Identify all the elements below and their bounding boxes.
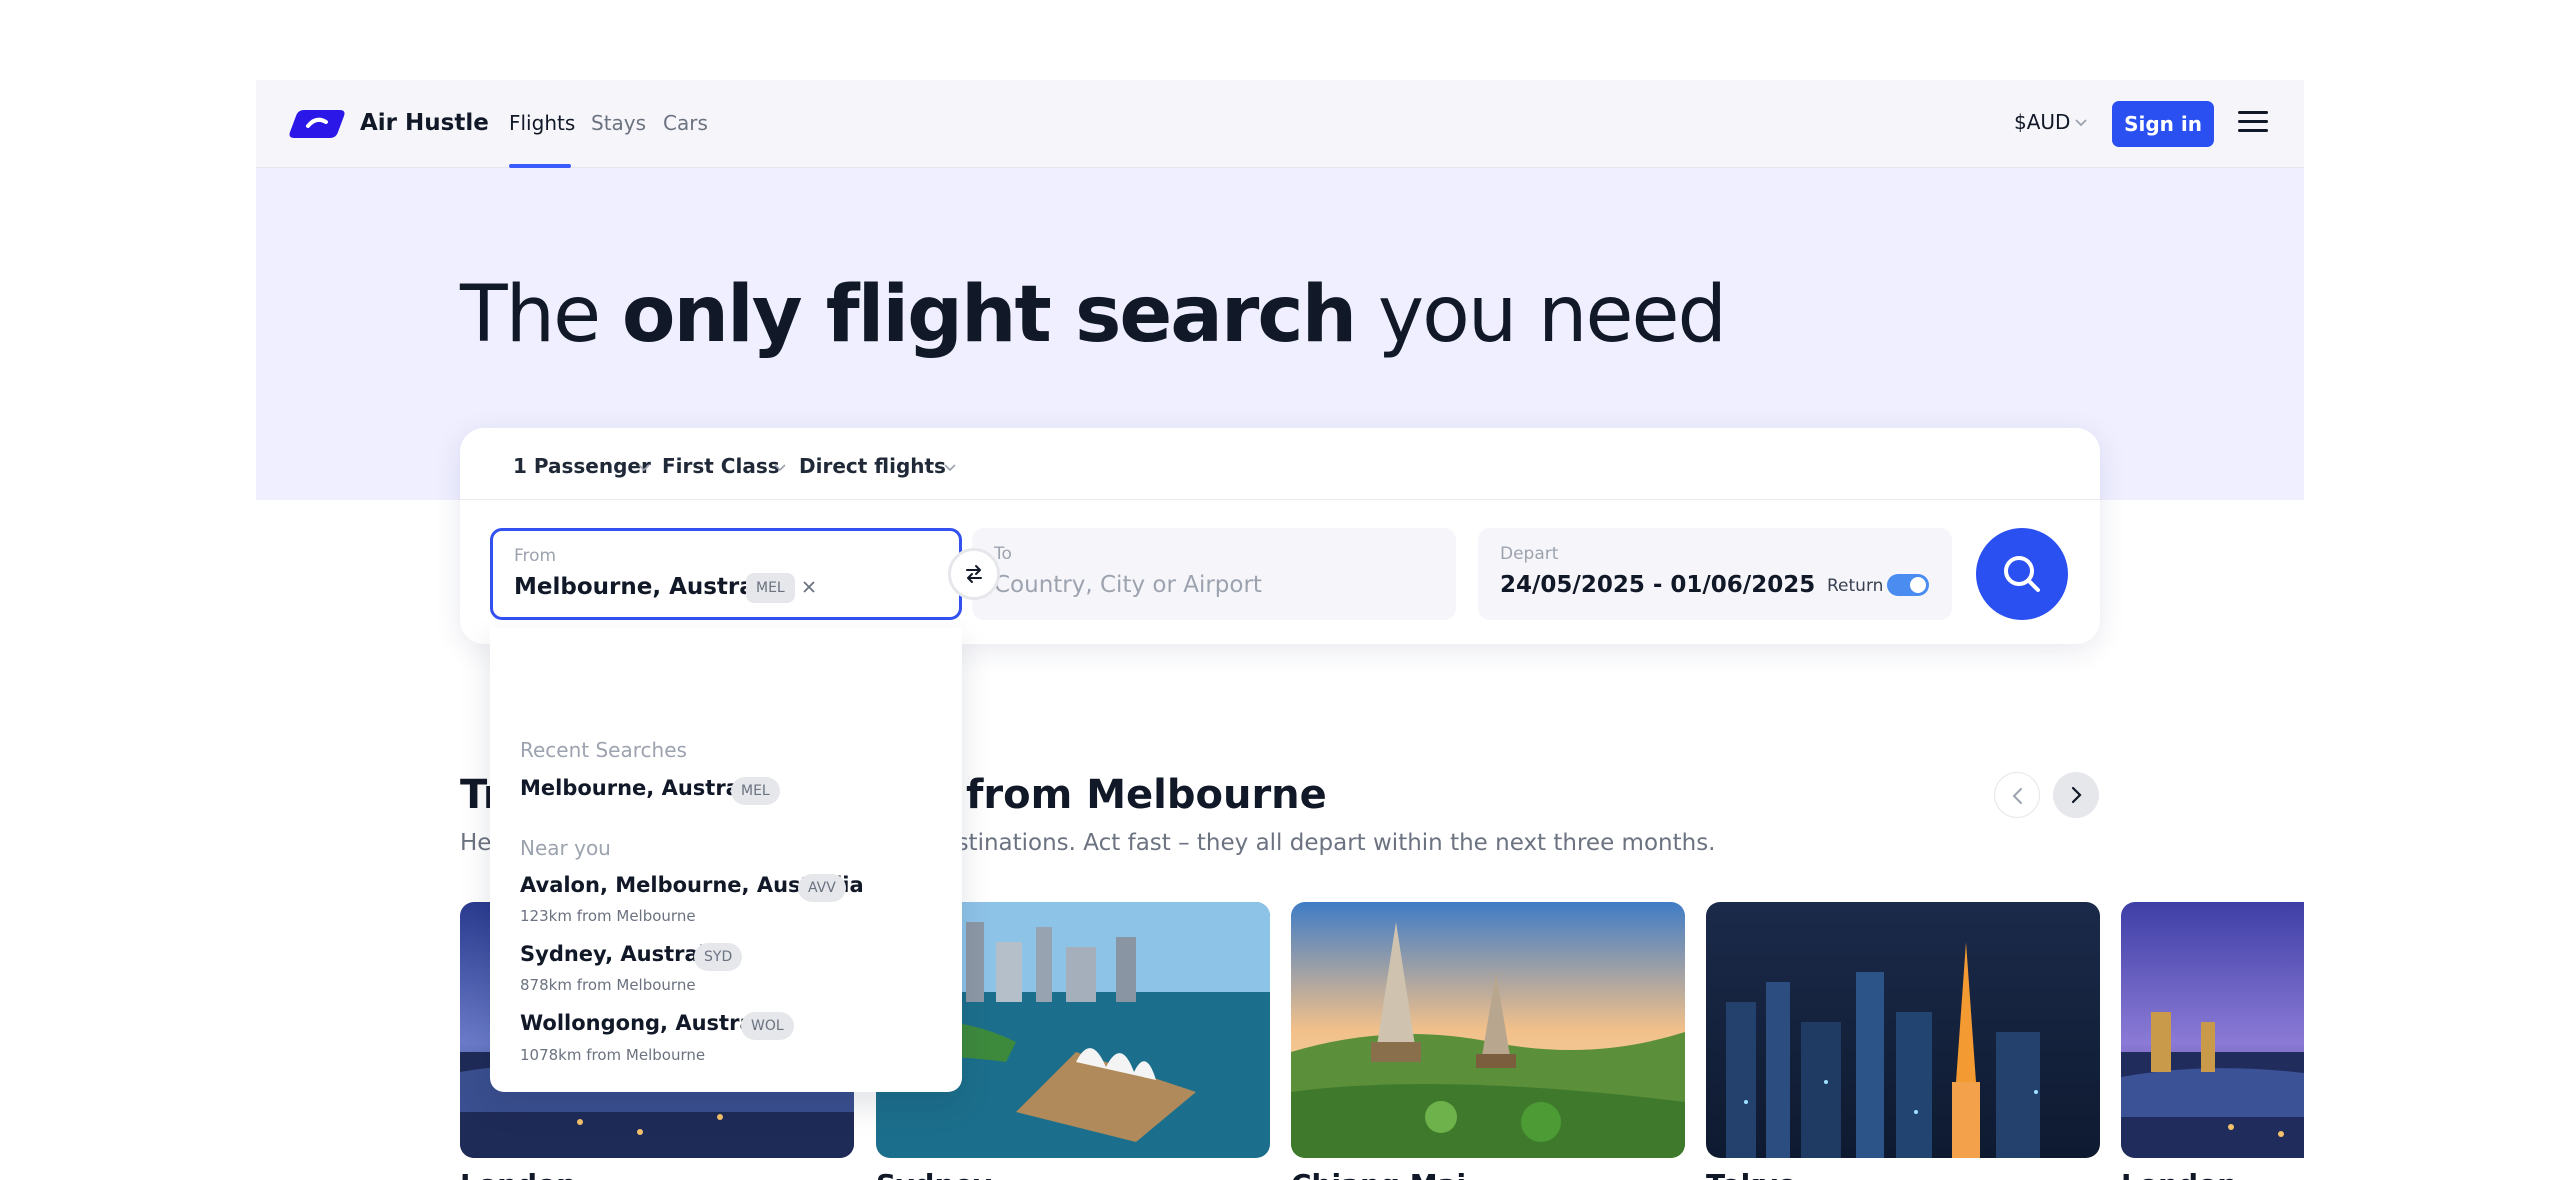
destination-name-london[interactable]: London bbox=[460, 1168, 576, 1180]
suggestion-code: AVV bbox=[798, 874, 846, 902]
destination-name-london-2[interactable]: London bbox=[2121, 1168, 2237, 1180]
destination-card-chiang-mai[interactable] bbox=[1291, 902, 1685, 1158]
air-hustle-logo-icon[interactable] bbox=[286, 106, 348, 142]
suggestion-distance: 1078km from Melbourne bbox=[520, 1046, 706, 1064]
suggestion-code: SYD bbox=[694, 943, 743, 971]
nav-stays[interactable]: Stays bbox=[591, 111, 646, 135]
suggestion-code: WOL bbox=[741, 1012, 794, 1040]
passengers-dropdown[interactable]: 1 Passenger bbox=[513, 454, 651, 478]
search-button[interactable] bbox=[1976, 528, 2068, 620]
top-navbar: Air Hustle Flights Stays Cars $AUD Sign … bbox=[256, 80, 2304, 168]
chevron-down-icon[interactable] bbox=[638, 464, 650, 472]
chevron-down-icon[interactable] bbox=[2074, 118, 2088, 128]
toggle-knob bbox=[1910, 577, 1926, 593]
from-label: From bbox=[514, 546, 557, 566]
carousel-prev-button[interactable] bbox=[1994, 772, 2040, 818]
destination-card-tokyo[interactable] bbox=[1706, 902, 2100, 1158]
flight-search-card: 1 Passenger First Class Direct flights F… bbox=[460, 428, 2100, 644]
suggestion-distance: 878km from Melbourne bbox=[520, 976, 696, 994]
to-field[interactable]: To Country, City or Airport bbox=[972, 528, 1456, 620]
from-suggestions-dropdown: Recent Searches Melbourne, Australia MEL… bbox=[490, 628, 962, 1092]
destination-name-tokyo[interactable]: Tokyo bbox=[1706, 1168, 1797, 1180]
depart-label: Depart bbox=[1500, 544, 1559, 564]
brand-name[interactable]: Air Hustle bbox=[360, 110, 489, 136]
chevron-right-icon bbox=[2071, 786, 2082, 804]
return-toggle[interactable] bbox=[1887, 574, 1929, 596]
hero-title-bold: only flight search bbox=[621, 270, 1357, 360]
swap-arrows-icon bbox=[966, 565, 982, 583]
depart-field[interactable]: Depart 24/05/2025 - 01/06/2025 Return bbox=[1478, 528, 1952, 620]
destination-name-sydney[interactable]: Sydney bbox=[876, 1168, 992, 1180]
recent-searches-heading: Recent Searches bbox=[520, 738, 687, 762]
stops-dropdown[interactable]: Direct flights bbox=[799, 454, 946, 478]
cabin-class-dropdown[interactable]: First Class bbox=[662, 454, 780, 478]
active-tab-indicator bbox=[509, 164, 571, 168]
hamburger-menu-icon[interactable] bbox=[2238, 111, 2268, 137]
london-image bbox=[2121, 902, 2304, 1158]
currency-selector[interactable]: $AUD bbox=[2014, 110, 2070, 134]
search-options-bar: 1 Passenger First Class Direct flights bbox=[460, 428, 2100, 500]
nav-cars[interactable]: Cars bbox=[663, 111, 708, 135]
destination-card-london-2[interactable] bbox=[2121, 902, 2304, 1158]
chevron-left-icon bbox=[2012, 788, 2022, 804]
return-label: Return bbox=[1827, 576, 1884, 596]
suggestion-distance: 123km from Melbourne bbox=[520, 907, 696, 925]
chevron-down-icon[interactable] bbox=[774, 464, 786, 472]
destination-name-chiang-mai[interactable]: Chiang Mai bbox=[1291, 1168, 1466, 1180]
chevron-down-icon[interactable] bbox=[944, 464, 956, 472]
near-you-heading: Near you bbox=[520, 836, 611, 860]
chiang-mai-image bbox=[1291, 902, 1685, 1158]
from-field[interactable]: From Melbourne, Australia MEL bbox=[490, 528, 962, 620]
hero-title: The only flight search you need bbox=[460, 270, 1727, 360]
sign-in-button[interactable]: Sign in bbox=[2112, 101, 2214, 147]
hero-title-suffix: you need bbox=[1355, 270, 1727, 360]
app-root: Air Hustle Flights Stays Cars $AUD Sign … bbox=[256, 80, 2304, 1180]
depart-dates[interactable]: 24/05/2025 - 01/06/2025 bbox=[1500, 572, 1815, 598]
hero-title-prefix: The bbox=[460, 270, 622, 360]
suggestion-code: MEL bbox=[731, 777, 780, 805]
tokyo-image bbox=[1706, 902, 2100, 1158]
nav-flights[interactable]: Flights bbox=[509, 111, 575, 135]
to-placeholder[interactable]: Country, City or Airport bbox=[994, 572, 1262, 598]
search-icon bbox=[2004, 556, 2040, 592]
swap-locations-button[interactable] bbox=[948, 548, 1000, 600]
carousel-next-button[interactable] bbox=[2053, 772, 2099, 818]
from-airport-code: MEL bbox=[746, 573, 795, 603]
close-icon[interactable] bbox=[799, 577, 819, 597]
